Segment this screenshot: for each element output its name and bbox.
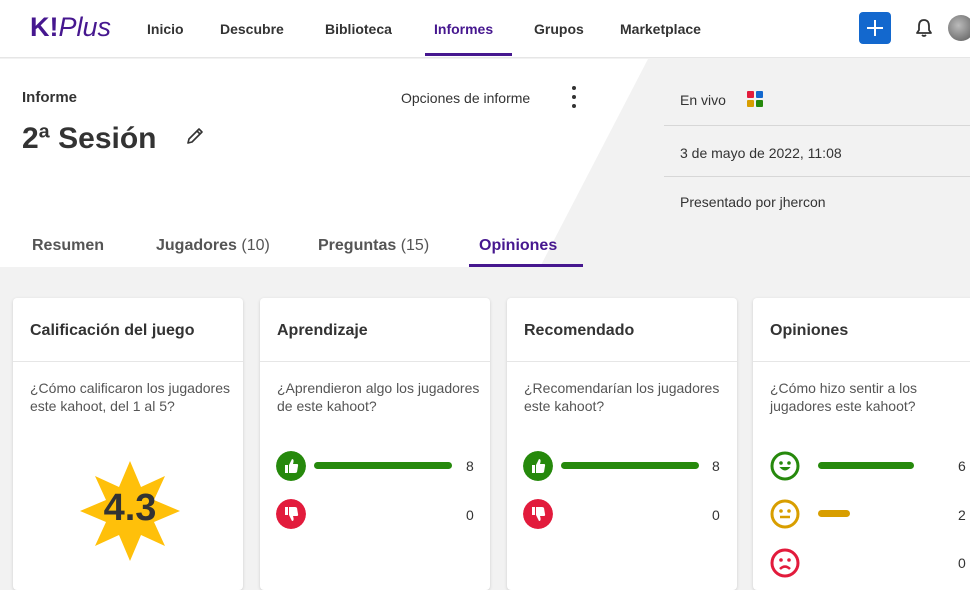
tab-preguntas-label: Preguntas	[318, 237, 397, 254]
host-text: Presentado por jhercon	[680, 194, 826, 210]
card-feelings: Opiniones ¿Cómo hizo sentir a los jugado…	[753, 298, 970, 590]
tab-active-indicator	[469, 264, 583, 267]
report-label: Informe	[22, 89, 78, 106]
card-learning-question: ¿Aprendieron algo los jugadores de este …	[277, 380, 480, 414]
page-title: 2ª Sesión	[22, 122, 157, 155]
nav-grupos[interactable]: Grupos	[534, 21, 584, 37]
neutral-face-icon	[770, 499, 800, 529]
card-rating-title: Calificación del juego	[30, 322, 195, 339]
bell-icon[interactable]	[914, 18, 934, 38]
card-feelings-question: ¿Cómo hizo sentir a los jugadores este k…	[770, 380, 918, 414]
thumbs-up-icon	[523, 451, 553, 481]
divider	[507, 361, 737, 362]
logo-plus-text: Plus	[58, 12, 112, 42]
learning-no-count: 0	[466, 507, 474, 523]
meta-date-row: 3 de mayo de 2022, 11:08	[664, 127, 970, 177]
card-recommend-title: Recomendado	[524, 322, 635, 339]
tab-resumen-label: Resumen	[32, 237, 105, 254]
tab-opiniones[interactable]: Opiniones	[479, 237, 557, 255]
avatar[interactable]	[948, 15, 970, 41]
kahoot-plus-logo[interactable]: K!Plus	[30, 12, 111, 43]
feelings-positive-bar	[818, 462, 914, 469]
nav-active-indicator	[425, 53, 512, 56]
recommend-yes-bar	[561, 462, 699, 469]
tab-opiniones-label: Opiniones	[479, 237, 558, 254]
card-recommend: Recomendado ¿Recomendarían los jugadores…	[507, 298, 737, 590]
recommend-yes-count: 8	[712, 458, 720, 474]
kebab-icon[interactable]	[568, 84, 580, 112]
sad-face-icon	[770, 548, 800, 578]
tab-jugadores[interactable]: Jugadores (10)	[156, 237, 270, 255]
thumbs-up-icon	[276, 451, 306, 481]
rating-value: 4.3	[103, 487, 157, 529]
top-navigation: K!Plus Inicio Descubre Biblioteca Inform…	[0, 0, 970, 58]
divider	[260, 361, 490, 362]
tab-preguntas[interactable]: Preguntas (15)	[318, 237, 429, 255]
tab-jugadores-label: Jugadores	[156, 237, 237, 254]
feelings-neutral-count: 2	[958, 507, 966, 523]
report-options-label[interactable]: Opciones de informe	[401, 90, 530, 106]
feelings-negative-count: 0	[958, 555, 966, 571]
rating-star-badge: 4.3	[80, 461, 180, 561]
happy-face-icon	[770, 451, 800, 481]
divider	[13, 361, 243, 362]
tab-preguntas-count: (15)	[400, 237, 430, 254]
nav-informes[interactable]: Informes	[434, 21, 493, 37]
nav-inicio[interactable]: Inicio	[147, 21, 184, 37]
card-rating-question: ¿Cómo calificaron los jugadores este kah…	[30, 380, 230, 414]
meta-host-row: Presentado por jhercon	[664, 178, 970, 228]
card-learning-title: Aprendizaje	[277, 322, 368, 339]
card-recommend-question: ¿Recomendarían los jugadores este kahoot…	[524, 380, 720, 414]
tab-jugadores-count: (10)	[241, 237, 270, 254]
learning-yes-bar	[314, 462, 452, 469]
tab-resumen[interactable]: Resumen	[32, 237, 104, 255]
feelings-neutral-bar	[818, 510, 850, 517]
divider	[753, 361, 970, 362]
thumbs-down-icon	[276, 499, 306, 529]
plus-icon[interactable]	[859, 12, 891, 44]
learning-yes-count: 8	[466, 458, 474, 474]
card-feelings-title: Opiniones	[770, 322, 849, 339]
logo-mark: K!	[30, 12, 59, 42]
feelings-positive-count: 6	[958, 458, 966, 474]
recommend-no-count: 0	[712, 507, 720, 523]
pencil-icon[interactable]	[185, 126, 205, 146]
card-learning: Aprendizaje ¿Aprendieron algo los jugado…	[260, 298, 490, 590]
live-grid-icon	[747, 91, 763, 107]
thumbs-down-icon	[523, 499, 553, 529]
mode-text: En vivo	[680, 92, 726, 108]
nav-descubre[interactable]: Descubre	[220, 21, 284, 37]
meta-mode-row: En vivo	[664, 76, 970, 126]
date-text: 3 de mayo de 2022, 11:08	[680, 145, 842, 161]
nav-biblioteca[interactable]: Biblioteca	[325, 21, 392, 37]
nav-marketplace[interactable]: Marketplace	[620, 21, 701, 37]
